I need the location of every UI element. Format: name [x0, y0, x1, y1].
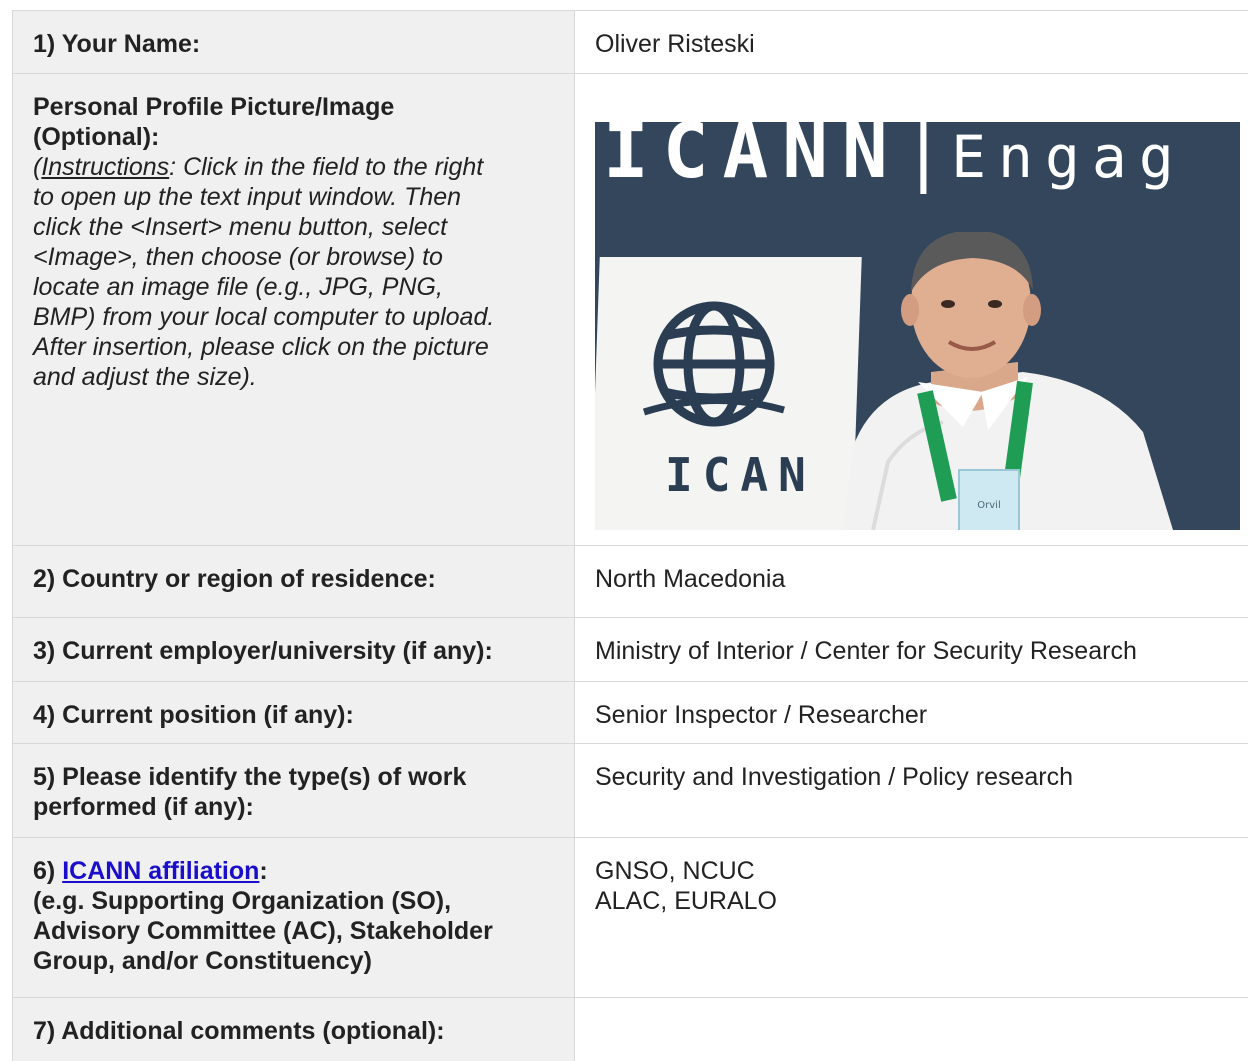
badge-name: Orvil	[977, 500, 1000, 511]
name-value[interactable]: Oliver Risteski	[574, 10, 1248, 74]
comments-value[interactable]	[574, 997, 1248, 1061]
row-employer: 3) Current employer/university (if any):…	[12, 617, 1248, 682]
country-value[interactable]: North Macedonia	[574, 545, 1248, 618]
profile-form: 1) Your Name: Oliver Risteski Personal P…	[12, 10, 1248, 1061]
work-value[interactable]: Security and Investigation / Policy rese…	[574, 743, 1248, 838]
photo-value[interactable]: ICANN|Engag ICAN Orvil	[574, 73, 1248, 546]
position-label: 4) Current position (if any):	[12, 681, 575, 744]
row-work: 5) Please identify the type(s) of work p…	[12, 743, 1248, 838]
employer-label: 3) Current employer/university (if any):	[12, 617, 575, 682]
row-country: 2) Country or region of residence: North…	[12, 545, 1248, 618]
photo-instructions: (Instructions: Click in the field to the…	[33, 153, 495, 391]
row-photo: Personal Profile Picture/Image (Optional…	[12, 73, 1248, 546]
profile-table: 1) Your Name: Oliver Risteski Personal P…	[12, 10, 1248, 1061]
row-affiliation: 6) ICANN affiliation: (e.g. Supporting O…	[12, 837, 1248, 998]
comments-label: 7) Additional comments (optional):	[12, 997, 575, 1061]
affiliation-label: 6) ICANN affiliation: (e.g. Supporting O…	[12, 837, 575, 998]
icann-affiliation-link[interactable]: ICANN affiliation	[62, 857, 259, 885]
position-value[interactable]: Senior Inspector / Researcher	[574, 681, 1248, 744]
photo-panel-text: ICAN	[665, 448, 816, 502]
row-comments: 7) Additional comments (optional):	[12, 997, 1248, 1061]
globe-logo-icon	[642, 301, 785, 427]
country-label: 2) Country or region of residence:	[12, 545, 575, 618]
photo-label: Personal Profile Picture/Image (Optional…	[12, 73, 575, 546]
row-name: 1) Your Name: Oliver Risteski	[12, 10, 1248, 74]
work-label: 5) Please identify the type(s) of work p…	[12, 743, 575, 838]
affiliation-value[interactable]: GNSO, NCUC ALAC, EURALO	[574, 837, 1248, 998]
profile-photo[interactable]: ICANN|Engag ICAN Orvil	[595, 122, 1240, 530]
photo-banner-text: ICANN|Engag	[603, 122, 1186, 195]
employer-value[interactable]: Ministry of Interior / Center for Securi…	[574, 617, 1248, 682]
person-figure: Orvil	[843, 232, 1173, 530]
name-label: 1) Your Name:	[12, 10, 575, 74]
row-position: 4) Current position (if any): Senior Ins…	[12, 681, 1248, 744]
